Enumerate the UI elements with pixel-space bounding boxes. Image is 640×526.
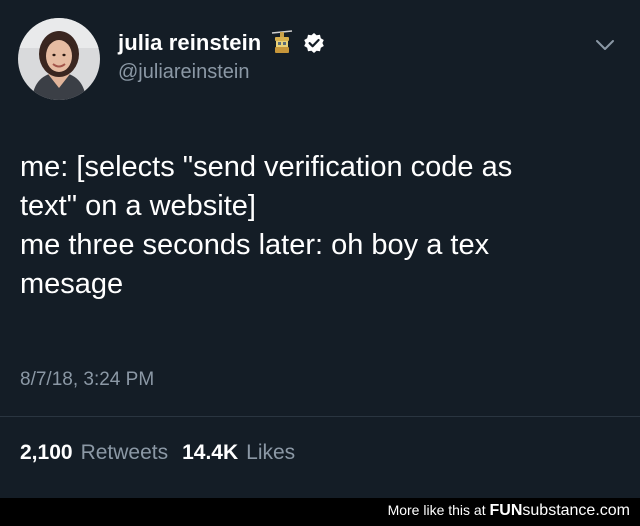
tweet-text-line: text" on a website] (20, 190, 256, 222)
watermark-footer: More like this at FUNsubstance.com (0, 498, 640, 526)
watermark-brand-bold: FUN (489, 502, 523, 519)
avatar-image (18, 18, 100, 100)
cable-car-icon (271, 30, 293, 56)
watermark-brand-suffix: .com (595, 502, 630, 519)
watermark-prefix: More like this at (387, 502, 490, 518)
likes-label[interactable]: Likes (246, 441, 295, 465)
timestamp[interactable]: 8/7/18, 3:24 PM (20, 369, 154, 391)
chevron-down-icon[interactable] (594, 38, 616, 52)
handle[interactable]: @juliareinstein (118, 61, 249, 84)
retweets-label[interactable]: Retweets (81, 441, 169, 465)
tweet-text-line: mesage (20, 268, 124, 300)
likes-count[interactable]: 14.4K (182, 441, 238, 465)
tweet-text-line: me three seconds later: oh boy a tex (20, 229, 490, 261)
avatar[interactable] (18, 18, 100, 100)
divider (0, 416, 640, 417)
watermark-brand-regular: substance (522, 502, 596, 519)
verified-badge-icon (303, 32, 325, 54)
tweet-text-line: me: [selects "send verification code as (20, 151, 513, 183)
tweet-card: julia reinstein @juliareinstein me: [sel… (0, 0, 640, 498)
display-name[interactable]: julia reinstein (118, 30, 261, 56)
retweets-count[interactable]: 2,100 (20, 441, 73, 465)
engagement-stats: 2,100 Retweets 14.4K Likes (20, 441, 295, 465)
tweet-text: me: [selects "send verification code as … (20, 148, 620, 304)
watermark-text: More like this at FUNsubstance.com (388, 502, 630, 520)
author-name-row: julia reinstein (118, 28, 325, 58)
